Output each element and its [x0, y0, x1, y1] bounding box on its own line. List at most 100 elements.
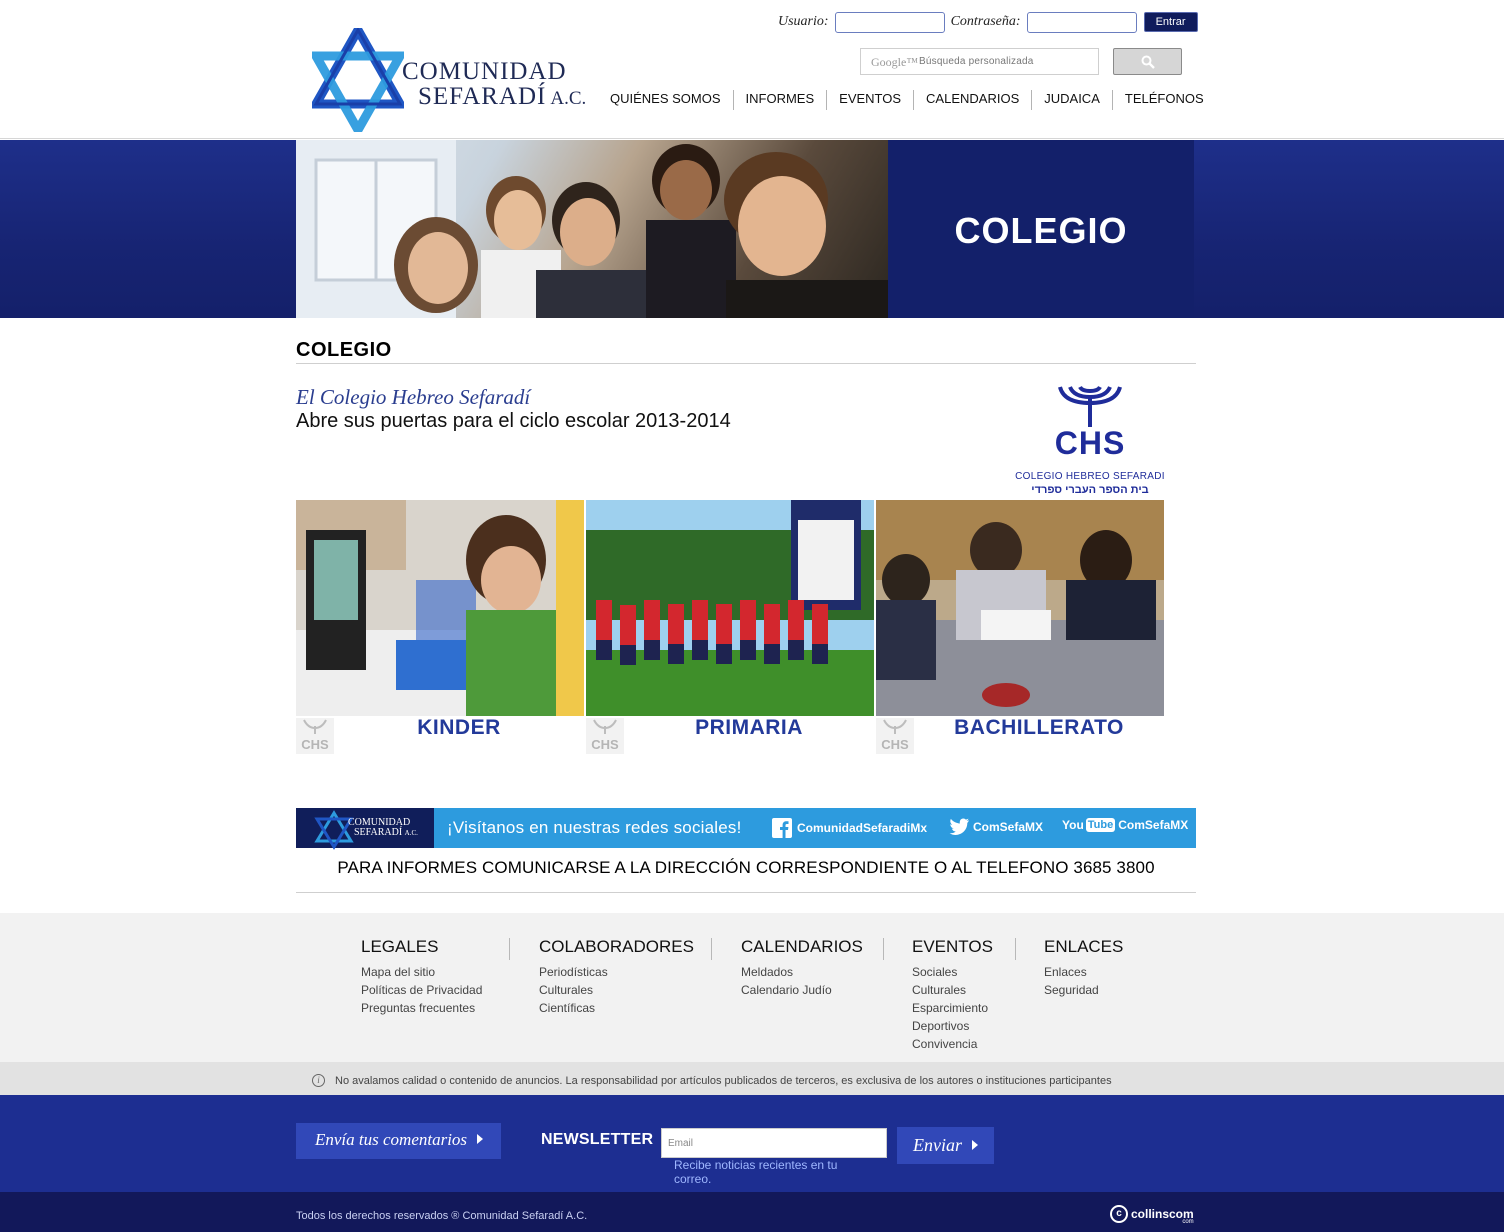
footer-link-preguntas[interactable]: Preguntas frecuentes [361, 999, 482, 1017]
facebook-icon [772, 818, 792, 838]
social-logo-sefaradi: SEFARADÍ [354, 827, 403, 838]
youtube-link[interactable]: You Tube ComSefaMX [1062, 818, 1188, 832]
arrow-right-icon [972, 1140, 978, 1150]
kinder-photo[interactable] [296, 500, 584, 716]
menorah-icon [593, 719, 617, 734]
newsletter-email-input[interactable]: Email [661, 1128, 887, 1158]
footer-col-title: LEGALES [361, 937, 439, 956]
footer-link-esparcimiento[interactable]: Esparcimiento [912, 999, 993, 1017]
footer-col-title: COLABORADORES [539, 937, 694, 956]
footer-col-enlaces: ENLACES Enlaces Seguridad [1044, 937, 1123, 999]
primaria-photo[interactable] [586, 500, 874, 716]
footer-link-eventos-culturales[interactable]: Culturales [912, 981, 993, 999]
copyright-text: Todos los derechos reservados ® Comunida… [296, 1210, 588, 1222]
password-input[interactable] [1026, 11, 1137, 33]
menorah-icon [883, 719, 907, 734]
password-label: Contraseña: [950, 14, 1021, 29]
chs-mini-logo: CHS [586, 718, 624, 754]
footer-link-mapa[interactable]: Mapa del sitio [361, 963, 482, 981]
social-logo-text: COMUNIDAD SEFARADÍ A.C. [348, 818, 418, 838]
level-card-primaria[interactable]: CHS PRIMARIA [586, 500, 874, 756]
site-header: COMUNIDAD SEFARADÍ A.C. Usuario: Contrase… [0, 0, 1504, 139]
send-label: Enviar [913, 1135, 962, 1155]
footer-link-culturales[interactable]: Culturales [539, 981, 694, 999]
logo-name-sefaradi: SEFARADÍ [418, 83, 547, 110]
footer-link-seguridad[interactable]: Seguridad [1044, 981, 1123, 999]
youtube-icon: You Tube [1062, 818, 1118, 832]
info-icon: i [312, 1074, 325, 1087]
username-input[interactable] [834, 11, 945, 33]
nav-judaica[interactable]: JUDAICA [1032, 90, 1113, 110]
primaria-photo-illustration [586, 500, 874, 716]
banner-title: COLEGIO [954, 210, 1128, 251]
menorah-icon [303, 719, 327, 734]
twitter-link[interactable]: ComSefaMX [948, 818, 1043, 836]
level-card-bachillerato[interactable]: CHS BACHILLERATO [876, 500, 1164, 756]
footer-contact: Envía tus comentarios NEWSLETTER Email R… [0, 1095, 1504, 1192]
youtube-logo-you: You [1062, 818, 1084, 832]
chs-hebrew-name: בית הספר העברי ספרדי [1031, 484, 1149, 496]
footer-separator [711, 938, 712, 960]
google-brand: Google™ [871, 55, 919, 69]
search-button[interactable] [1113, 48, 1182, 75]
logo-name-line1: COMUNIDAD [402, 58, 567, 85]
nav-informes[interactable]: INFORMES [734, 90, 828, 110]
chs-mini-badge: CHS [881, 737, 909, 752]
search-placeholder: Búsqueda personalizada [919, 56, 1034, 67]
facebook-link[interactable]: ComunidadSefaradiMx [772, 818, 927, 838]
nav-quienes-somos[interactable]: QUIÉNES SOMOS [598, 90, 734, 110]
chs-mini-badge: CHS [591, 737, 619, 752]
footer-link-deportivos[interactable]: Deportivos [912, 1017, 993, 1035]
site-logo[interactable]: COMUNIDAD SEFARADÍ A.C. [312, 28, 592, 134]
disclaimer-text: No avalamos calidad o contenido de anunc… [335, 1075, 1112, 1087]
send-comments-button[interactable]: Envía tus comentarios [296, 1123, 501, 1159]
footer-link-cientificas[interactable]: Científicas [539, 999, 694, 1017]
developer-credit-small: com [1182, 1219, 1194, 1225]
nav-eventos[interactable]: EVENTOS [827, 90, 915, 110]
twitter-icon [949, 818, 969, 835]
contact-info: PARA INFORMES COMUNICARSE A LA DIRECCIÓN… [337, 858, 1155, 877]
bachillerato-photo[interactable] [876, 500, 1164, 716]
level-card-kinder[interactable]: CHS KINDER [296, 500, 584, 756]
footer-link-calendario-judio[interactable]: Calendario Judío [741, 981, 863, 999]
login-submit-button[interactable]: Entrar [1143, 12, 1198, 32]
social-logo-line2: SEFARADÍ A.C. [348, 828, 418, 838]
title-divider [296, 363, 1196, 364]
youtube-logo-tube: Tube [1085, 818, 1116, 832]
footer-separator [509, 938, 510, 960]
social-logo-suffix: A.C. [404, 829, 418, 837]
search-input[interactable]: Google™ Búsqueda personalizada [860, 48, 1099, 75]
nav-calendarios[interactable]: CALENDARIOS [914, 90, 1033, 110]
footer-link-convivencia[interactable]: Convivencia [912, 1035, 993, 1053]
newsletter-send-button[interactable]: Enviar [897, 1127, 994, 1164]
logo-suffix: A.C. [550, 88, 587, 109]
footer-separator [1015, 938, 1016, 960]
logo-name-line2: SEFARADÍ A.C. [418, 83, 586, 111]
footer-link-periodisticas[interactable]: Periodísticas [539, 963, 694, 981]
developer-credit-link[interactable]: c collinscom com [1110, 1205, 1194, 1225]
footer-separator [883, 938, 884, 960]
footer-links: LEGALES Mapa del sitio Políticas de Priv… [0, 913, 1504, 1062]
username-label: Usuario: [778, 14, 829, 29]
footer-link-privacidad[interactable]: Políticas de Privacidad [361, 981, 482, 999]
footer-col-title: EVENTOS [912, 937, 993, 956]
chs-mini-logo: CHS [296, 718, 334, 754]
bachillerato-photo-illustration [876, 500, 1164, 716]
footer-link-meldados[interactable]: Meldados [741, 963, 863, 981]
footer-col-title: ENLACES [1044, 937, 1124, 956]
footer-col-eventos: EVENTOS Sociales Culturales Esparcimient… [912, 937, 993, 1053]
intro-heading: El Colegio Hebreo Sefaradí [296, 385, 531, 409]
email-placeholder: Email [668, 1138, 694, 1149]
level-link-bachillerato[interactable]: BACHILLERATO [914, 716, 1164, 740]
level-link-kinder[interactable]: KINDER [334, 716, 584, 740]
footer-link-sociales[interactable]: Sociales [912, 963, 993, 981]
main-nav: QUIÉNES SOMOS INFORMES EVENTOS CALENDARI… [598, 90, 1216, 110]
level-link-primaria[interactable]: PRIMARIA [624, 716, 874, 740]
footer-link-enlaces[interactable]: Enlaces [1044, 963, 1123, 981]
login-form: Usuario: Contraseña: Entrar [778, 11, 1198, 33]
facebook-handle: ComunidadSefaradiMx [797, 821, 928, 835]
nav-telefonos[interactable]: TELÉFONOS [1113, 90, 1216, 110]
banner-photo [296, 140, 888, 318]
social-invite-text: ¡Visítanos en nuestras redes sociales! [447, 818, 742, 837]
collinscom-logo-icon: c [1110, 1205, 1128, 1223]
